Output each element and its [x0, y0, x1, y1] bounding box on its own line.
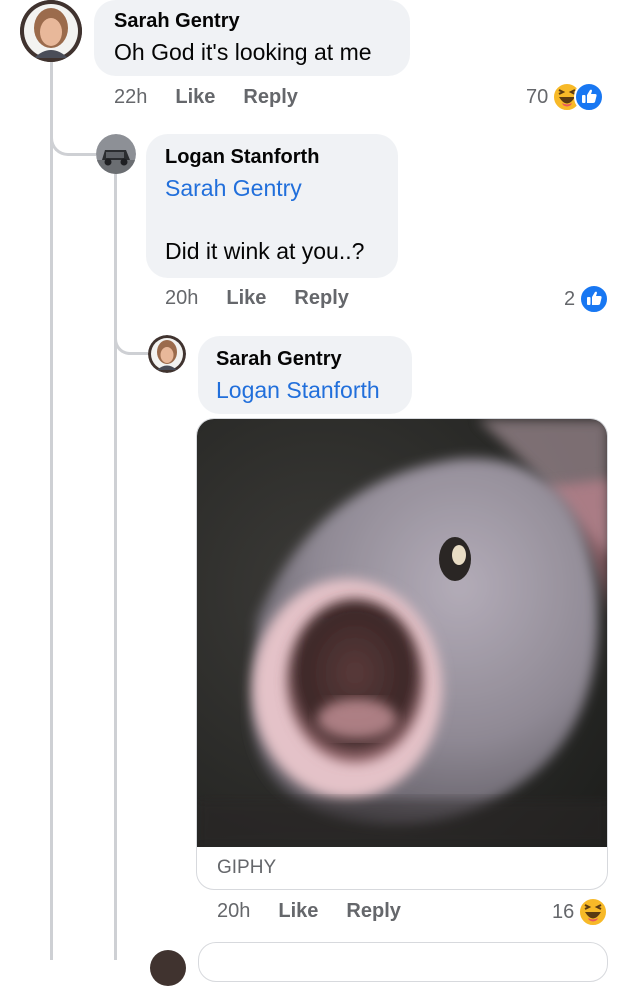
- like-icon: [579, 284, 610, 314]
- like-button[interactable]: Like: [278, 900, 318, 923]
- thread-connector-2: [114, 325, 148, 355]
- reaction-count: 2: [564, 287, 576, 310]
- gif-attachment[interactable]: GIPHY: [196, 418, 608, 890]
- reply-button[interactable]: Reply: [346, 900, 400, 923]
- thread-line-main: [50, 62, 53, 960]
- avatar[interactable]: [20, 0, 82, 62]
- comment-bubble: Sarah Gentry Oh God it's looking at me: [94, 0, 410, 76]
- like-icon: [574, 82, 605, 112]
- comment-meta: 20h Like Reply: [217, 900, 401, 923]
- reaction-count: 16: [552, 900, 575, 923]
- comment-bubble-partial: [198, 942, 608, 982]
- comment-timestamp[interactable]: 20h: [217, 900, 250, 923]
- mention-link[interactable]: Logan Stanforth: [216, 377, 412, 404]
- reaction-summary[interactable]: 70: [526, 82, 605, 112]
- comment-author[interactable]: Sarah Gentry: [216, 348, 412, 371]
- comment-text: Did it wink at you..?: [165, 238, 365, 264]
- reaction-summary[interactable]: 16: [552, 897, 609, 927]
- reaction-count: 70: [526, 85, 549, 108]
- comment-bubble: Logan Stanforth Sarah Gentry Did it wink…: [146, 134, 398, 278]
- avatar[interactable]: [148, 335, 186, 373]
- avatar[interactable]: [150, 950, 186, 986]
- like-button[interactable]: Like: [226, 287, 266, 310]
- thread-connector-1: [50, 118, 96, 156]
- reply-button[interactable]: Reply: [243, 86, 297, 109]
- comment-bubble: Sarah Gentry Logan Stanforth: [198, 336, 412, 414]
- comment-meta: 22h Like Reply: [114, 86, 298, 109]
- comment-author[interactable]: Logan Stanforth: [165, 146, 398, 169]
- haha-icon: [578, 897, 609, 927]
- avatar[interactable]: [96, 134, 136, 174]
- thread-line-reply: [114, 174, 117, 960]
- reply-button[interactable]: Reply: [294, 287, 348, 310]
- reaction-summary[interactable]: 2: [564, 284, 610, 314]
- like-button[interactable]: Like: [175, 86, 215, 109]
- comment-timestamp[interactable]: 22h: [114, 86, 147, 109]
- gif-source-label: GIPHY: [217, 857, 277, 878]
- comment-timestamp[interactable]: 20h: [165, 287, 198, 310]
- comment-meta: 20h Like Reply: [165, 287, 349, 310]
- comment-text: Oh God it's looking at me: [114, 39, 372, 65]
- comment-author[interactable]: Sarah Gentry: [114, 10, 410, 33]
- gif-image[interactable]: [197, 419, 608, 847]
- mention-link[interactable]: Sarah Gentry: [165, 175, 398, 202]
